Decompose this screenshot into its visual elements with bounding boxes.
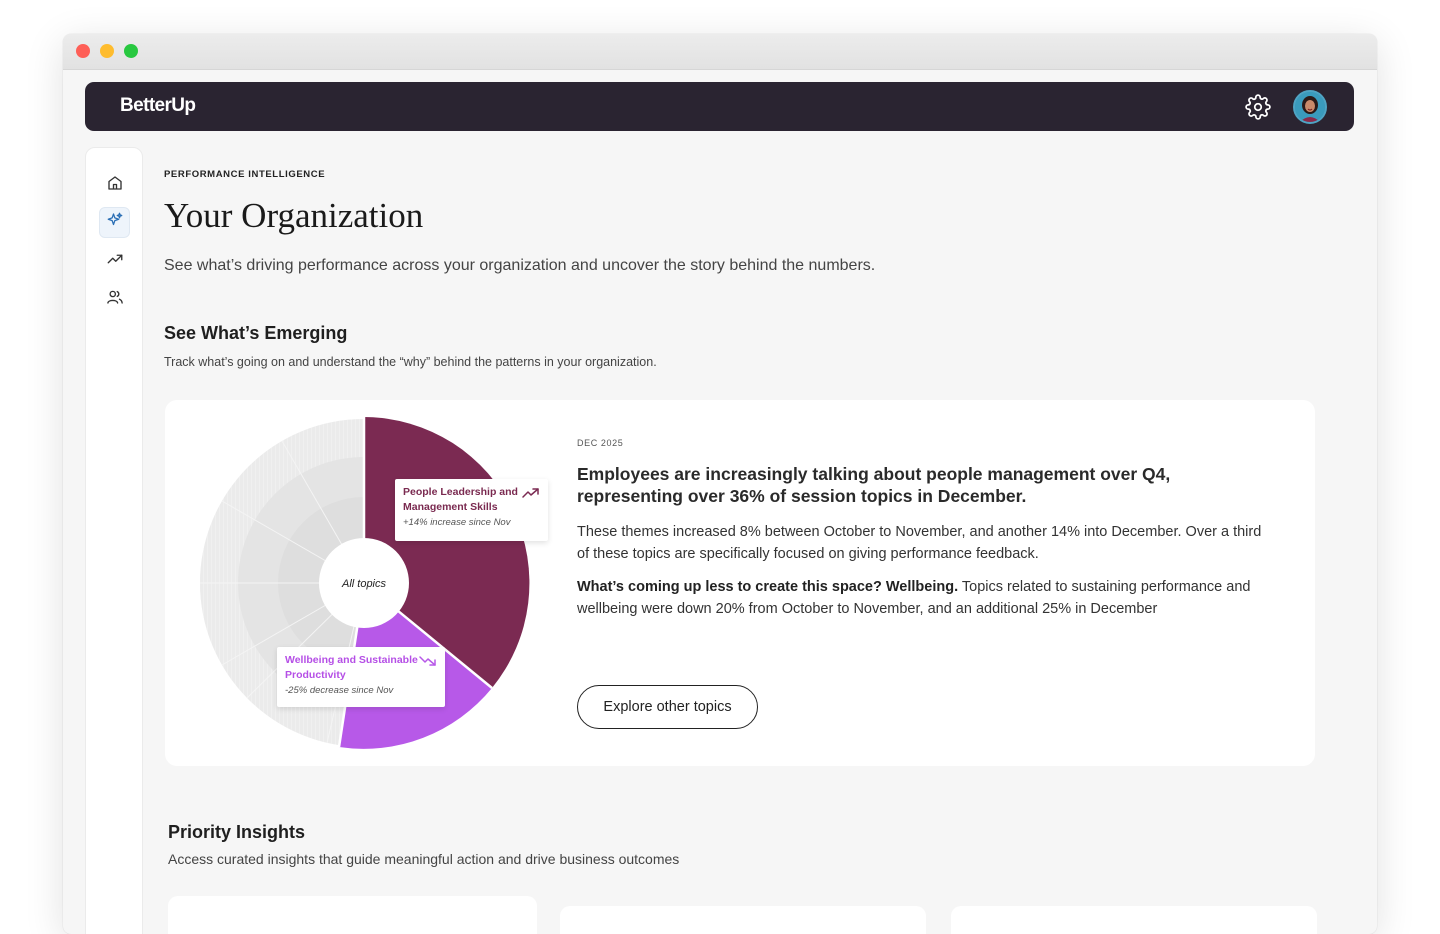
page-eyebrow: PERFORMANCE INTELLIGENCE <box>164 169 326 180</box>
trending-down-icon <box>419 654 437 666</box>
sidebar-item-insights[interactable] <box>99 207 130 238</box>
page-subtitle: See what’s driving performance across yo… <box>164 257 876 274</box>
priority-insight-card[interactable] <box>951 906 1317 934</box>
leadership-callout-detail: +14% increase since Nov <box>403 517 511 529</box>
close-window-button[interactable] <box>76 44 90 58</box>
priority-insight-card[interactable] <box>560 906 926 934</box>
wellbeing-callout[interactable]: Wellbeing and Sustainable Productivity -… <box>277 647 445 707</box>
betterup-logo[interactable]: BetterUp <box>120 95 196 117</box>
window-titlebar <box>63 34 1377 70</box>
priority-section-subtitle: Access curated insights that guide meani… <box>168 851 680 867</box>
insight-headline: Employees are increasingly talking about… <box>577 464 1171 507</box>
sidebar-item-people[interactable] <box>99 284 130 315</box>
wellbeing-callout-detail: -25% decrease since Nov <box>285 685 394 697</box>
page-title: Your Organization <box>164 196 424 235</box>
user-avatar[interactable] <box>1293 90 1327 124</box>
people-icon <box>106 288 124 311</box>
sidebar <box>85 147 143 934</box>
sidebar-item-home[interactable] <box>99 170 130 201</box>
browser-window: BetterUp PERFORMANCE INTELLIGENCE Your O… <box>63 34 1377 934</box>
sidebar-item-trends[interactable] <box>99 246 130 277</box>
priority-insight-card[interactable] <box>168 896 537 934</box>
topics-sunburst-chart: All topics People Leadership and Managem… <box>187 410 548 756</box>
insight-paragraph-2-lead: What’s coming up less to create this spa… <box>577 579 959 595</box>
priority-section-title: Priority Insights <box>168 822 306 842</box>
insight-date: DEC 2025 <box>577 438 624 448</box>
emerging-insight-card: All topics People Leadership and Managem… <box>165 400 1315 766</box>
trending-icon <box>106 250 124 273</box>
emerging-section-subtitle: Track what’s going on and understand the… <box>164 355 657 369</box>
home-icon <box>106 174 124 197</box>
minimize-window-button[interactable] <box>100 44 114 58</box>
wellbeing-callout-title: Wellbeing and Sustainable Productivity <box>285 654 418 681</box>
gear-icon[interactable] <box>1245 94 1271 120</box>
emerging-section-title: See What’s Emerging <box>164 323 348 343</box>
app-header: BetterUp <box>85 82 1354 131</box>
maximize-window-button[interactable] <box>124 44 138 58</box>
insight-paragraph-1: These themes increased 8% between Octobe… <box>577 524 1262 563</box>
insight-paragraph-2: What’s coming up less to create this spa… <box>577 576 1287 621</box>
sparkle-icon <box>106 211 124 234</box>
leadership-callout-title: People Leadership and Management Skills <box>403 486 518 513</box>
explore-topics-button[interactable]: Explore other topics <box>577 685 758 729</box>
leadership-callout[interactable]: People Leadership and Management Skills … <box>395 479 548 541</box>
chart-center-label: All topics <box>341 578 387 590</box>
trending-up-icon <box>522 486 540 498</box>
